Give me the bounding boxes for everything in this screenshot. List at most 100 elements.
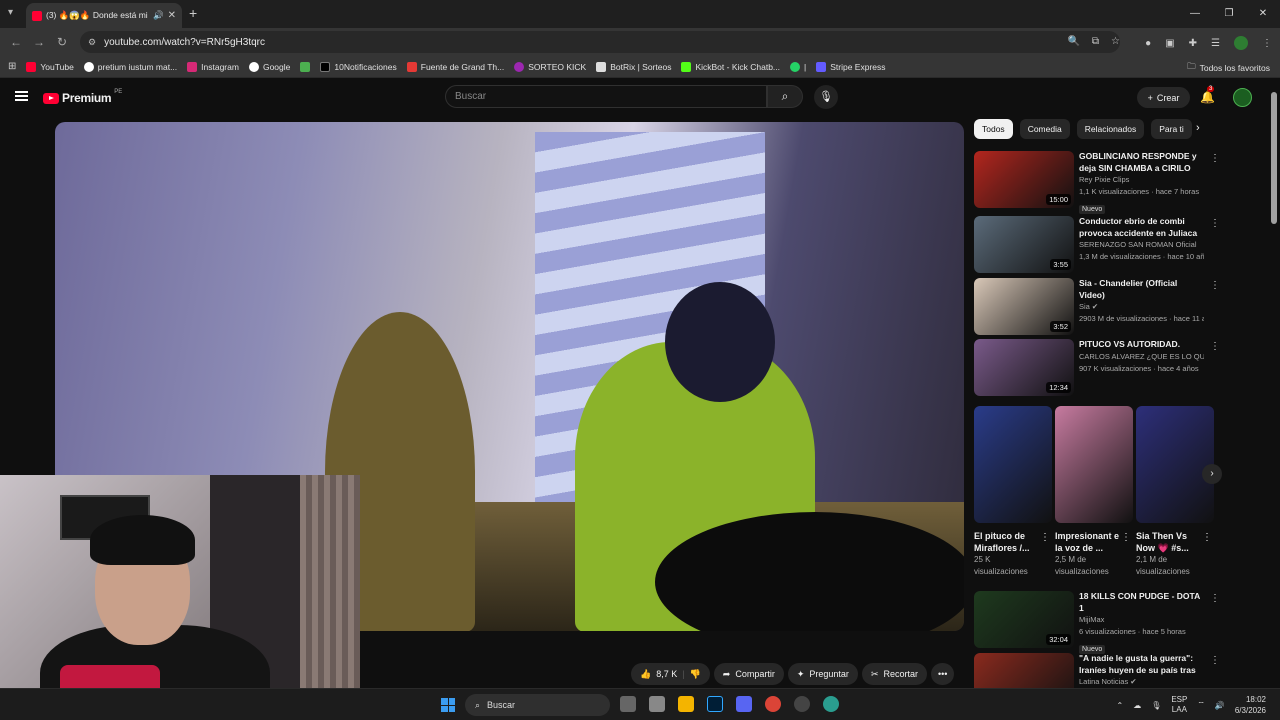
app-globe-icon[interactable] [823, 696, 839, 712]
more-options-icon[interactable]: ⋮ [1210, 218, 1220, 229]
system-clock[interactable]: 18:02 6/3/2026 [1235, 694, 1266, 716]
more-options-icon[interactable]: ⋮ [1210, 593, 1220, 604]
channel-name[interactable]: MijiMax [1079, 614, 1204, 626]
new-tab-icon[interactable]: + [189, 5, 197, 21]
wifi-icon[interactable]: ⌔ [1197, 700, 1205, 710]
video-item[interactable]: 15:00 GOBLINCIANO RESPONDE y deja SIN CH… [974, 151, 1220, 214]
back-icon[interactable]: ← [10, 35, 22, 49]
create-button[interactable]: + Crear [1137, 87, 1190, 108]
app-icon[interactable] [649, 696, 665, 712]
task-view-icon[interactable] [620, 696, 636, 712]
share-button[interactable]: ➦ Compartir [713, 663, 784, 685]
video-thumbnail[interactable]: 3:55 [974, 216, 1074, 273]
more-options-icon[interactable]: ⋮ [1210, 655, 1220, 666]
page-scrollbar[interactable] [1271, 92, 1277, 224]
chevron-up-icon[interactable]: ⌃ [1116, 701, 1123, 710]
bookmark-instagram[interactable]: Instagram [187, 61, 239, 72]
close-window-icon[interactable]: ✕ [1246, 0, 1280, 28]
minimize-icon[interactable]: — [1178, 0, 1212, 28]
profile-avatar[interactable] [1234, 36, 1248, 50]
bookmark-x[interactable]: 10Notificaciones [320, 61, 397, 72]
video-thumbnail[interactable]: 12:34 [974, 339, 1074, 396]
chip-todos[interactable]: Todos [974, 119, 1013, 139]
chrome-icon[interactable] [765, 696, 781, 712]
chip-relacionados[interactable]: Relacionados [1076, 119, 1145, 139]
video-item[interactable]: 32:04 18 KILLS CON PUDGE - DOTA 1 MijiMax… [974, 591, 1220, 654]
video-title[interactable]: 18 KILLS CON PUDGE - DOTA 1 [1079, 591, 1204, 614]
search-input[interactable]: Buscar [445, 85, 767, 108]
video-thumbnail[interactable]: 15:00 [974, 151, 1074, 208]
chip-comedia[interactable]: Comedia [1019, 119, 1070, 139]
tab-close-icon[interactable]: ✕ [168, 10, 176, 21]
video-title[interactable]: "A nadie le gusta la guerra": Iraníes hu… [1079, 653, 1204, 676]
channel-name[interactable]: Rey Pixie Clips [1079, 174, 1204, 186]
short-thumbnail[interactable] [1136, 406, 1214, 523]
channel-name[interactable]: Latina Noticias ✔ [1079, 676, 1204, 688]
more-options-icon[interactable]: ⋮ [1040, 532, 1050, 543]
chip-para-ti[interactable]: Para ti [1151, 119, 1192, 139]
video-thumbnail[interactable] [974, 653, 1074, 688]
all-bookmarks[interactable]: 🗀 Todos los favoritos [1187, 61, 1270, 75]
ask-button[interactable]: ✦ Preguntar [787, 663, 858, 685]
windows-start-icon[interactable] [441, 698, 455, 712]
discord-icon[interactable] [736, 696, 752, 712]
short-title[interactable]: El pituco de Miraflores /... [974, 530, 1042, 554]
like-button[interactable]: 👍 8,7 K | 👎 [631, 663, 710, 685]
file-explorer-icon[interactable] [678, 696, 694, 712]
bookmark-youtube[interactable]: YouTube [26, 61, 74, 72]
account-avatar[interactable] [1233, 88, 1252, 107]
cast-icon[interactable]: ⧉ [1092, 36, 1099, 47]
site-info-icon[interactable]: ⚙ [88, 37, 96, 48]
short-title[interactable]: Impresionant e la voz de ... [1055, 530, 1123, 554]
search-button[interactable]: ⌕ [767, 85, 803, 108]
video-item[interactable]: "A nadie le gusta la guerra": Iraníes hu… [974, 653, 1220, 688]
tab-search-icon[interactable]: ▾ [8, 7, 13, 18]
bookmark-whatsapp[interactable]: | [790, 61, 806, 72]
bookmark-colorful[interactable] [300, 61, 311, 72]
bookmark-kickbot[interactable]: KickBot - Kick Chatb... [681, 61, 780, 72]
language-indicator[interactable]: ESP LAA [1171, 695, 1187, 715]
reload-icon[interactable]: ↻ [57, 35, 67, 49]
chevron-right-icon[interactable]: › [1196, 122, 1200, 134]
video-title[interactable]: Conductor ebrio de combi provoca acciden… [1079, 216, 1204, 239]
more-options-icon[interactable]: ⋮ [1121, 532, 1131, 543]
video-thumbnail[interactable]: 32:04 [974, 591, 1074, 648]
zoom-icon[interactable]: 🔍 [1067, 36, 1079, 47]
omnibox[interactable]: ⚙ youtube.com/watch?v=RNr5gH3tqrc [80, 31, 1120, 53]
short-item[interactable]: Impresionant e la voz de ... 2,5 M de vi… [1055, 406, 1133, 578]
extension2-icon[interactable]: ▣ [1165, 38, 1174, 49]
short-title[interactable]: Sia Then Vs Now 💗 #s... [1136, 530, 1204, 554]
url-text[interactable]: youtube.com/watch?v=RNr5gH3tqrc [104, 37, 265, 48]
speaker-icon[interactable]: 🔊 [153, 10, 164, 21]
channel-name[interactable]: Sia ✔ [1079, 301, 1204, 313]
network-icon[interactable]: ☁ [1133, 701, 1141, 710]
short-item[interactable]: Sia Then Vs Now 💗 #s... 2,1 M de visuali… [1136, 406, 1214, 578]
menu-dots-icon[interactable]: ⋮ [1262, 38, 1272, 49]
video-item[interactable]: 3:55 Conductor ebrio de combi provoca ac… [974, 216, 1220, 274]
video-title[interactable]: GOBLINCIANO RESPONDE y deja SIN CHAMBA a… [1079, 151, 1204, 174]
channel-name[interactable]: SERENAZGO SAN ROMAN Oficial [1079, 239, 1204, 251]
volume-icon[interactable]: 🔊 [1215, 701, 1225, 710]
bookmark-stripe[interactable]: Stripe Express [816, 61, 886, 72]
obs-icon[interactable] [794, 696, 810, 712]
hamburger-menu-icon[interactable] [15, 91, 28, 101]
video-title[interactable]: PITUCO VS AUTORIDAD. [1079, 339, 1204, 351]
more-options-icon[interactable]: ⋮ [1210, 153, 1220, 164]
channel-name[interactable]: CARLOS ALVAREZ ¿QUE ES LO QUE PAS... [1079, 351, 1204, 363]
short-thumbnail[interactable] [974, 406, 1052, 523]
video-item[interactable]: 12:34 PITUCO VS AUTORIDAD. CARLOS ALVAREZ… [974, 339, 1220, 397]
mic-tray-icon[interactable]: 🎙 [1151, 701, 1161, 710]
clip-button[interactable]: ✂ Recortar [861, 663, 927, 685]
video-title[interactable]: Sia - Chandelier (Official Video) [1079, 278, 1204, 301]
reading-list-icon[interactable]: ☰ [1211, 38, 1220, 49]
short-item[interactable]: El pituco de Miraflores /... 25 K visual… [974, 406, 1052, 578]
browser-tab-active[interactable]: (3) 🔥😱🔥 Donde está mi 🔊 ✕ [26, 3, 182, 28]
photoshop-icon[interactable] [707, 696, 723, 712]
more-options-icon[interactable]: ⋮ [1210, 341, 1220, 352]
puzzle-icon[interactable]: ✚ [1189, 38, 1197, 49]
more-options-icon[interactable]: ⋮ [1202, 532, 1212, 543]
bookmark-fuente[interactable]: Fuente de Grand Th... [406, 61, 504, 72]
bookmark-botrix[interactable]: BotRix | Sorteos [596, 61, 671, 72]
apps-grid-icon[interactable]: ⊞ [8, 61, 16, 72]
short-thumbnail[interactable] [1055, 406, 1133, 523]
